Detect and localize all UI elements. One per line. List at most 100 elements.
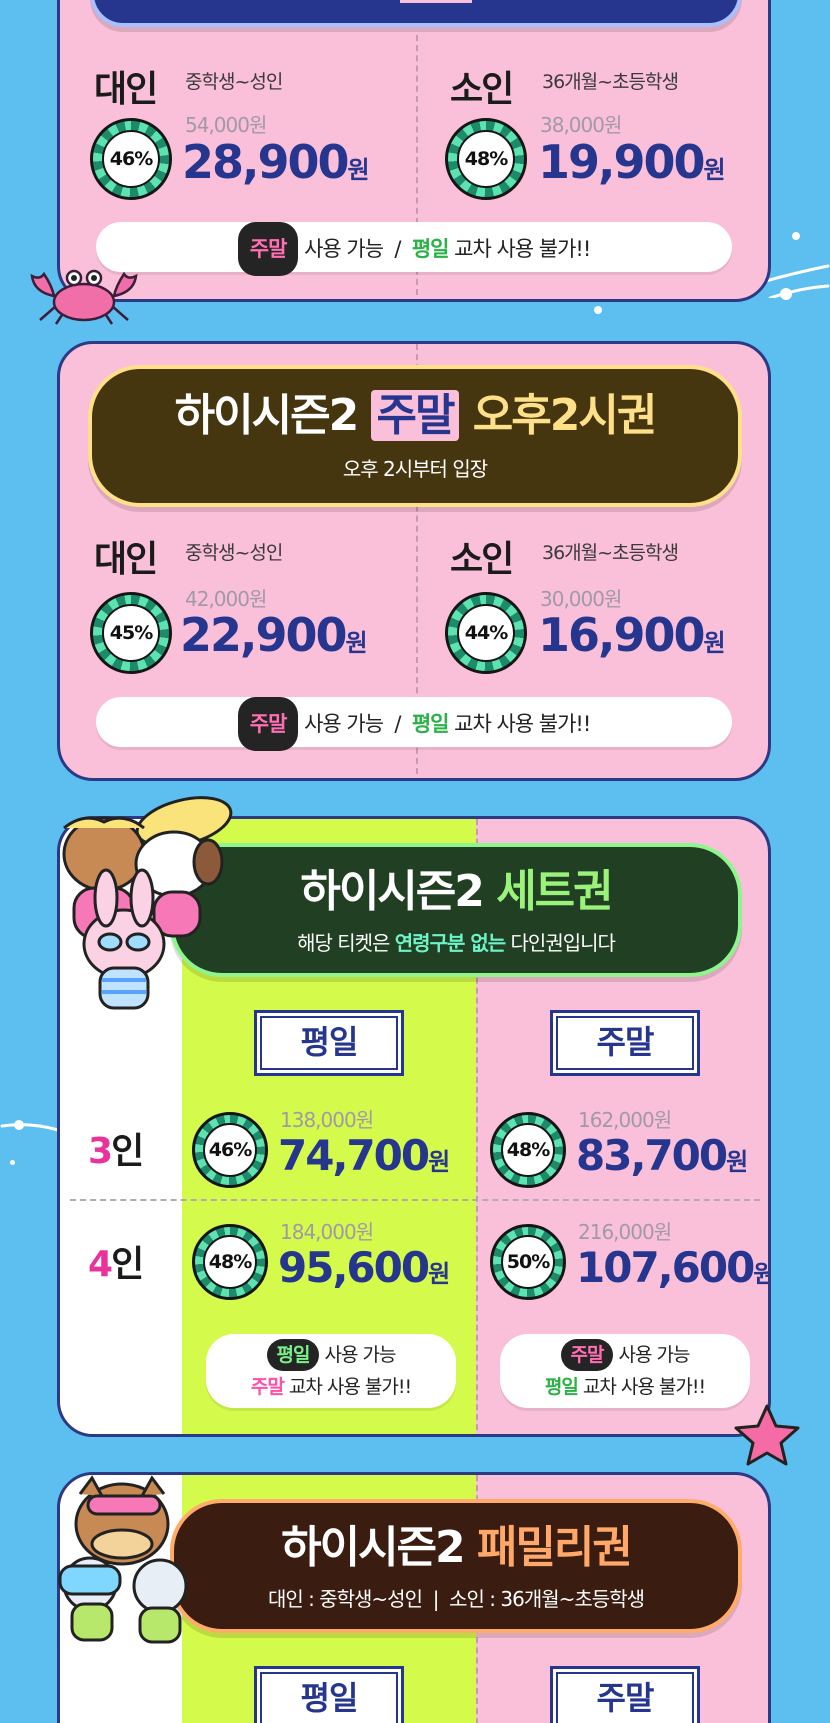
discount-percent: 46% — [102, 130, 160, 188]
row-divider — [70, 1199, 760, 1201]
subtitle-emphasis: 연령구분 없는 — [394, 931, 506, 955]
weekend-4-discount-badge: 50% — [490, 1224, 566, 1300]
people-count: 3 — [88, 1131, 113, 1172]
notice-text: 사용 가능 — [613, 1344, 691, 1366]
wave-decoration — [0, 1123, 60, 1132]
ticket-title: 하이시즌2 주말 오후2시권 — [92, 385, 738, 447]
weekend-pill: 주말 — [237, 697, 299, 751]
crab-icon — [30, 269, 138, 325]
adult-sale-price: 22,900원 — [180, 608, 368, 670]
notice-line: 평일 교차 사용 불가!! — [500, 1371, 750, 1403]
won-unit: 원 — [428, 1148, 450, 1176]
weekend-3-sale-price: 83,700원 — [576, 1129, 748, 1189]
title-highlight: 패밀리권 — [476, 1522, 633, 1573]
price-value: 19,900 — [538, 135, 706, 189]
won-unit: 원 — [703, 629, 726, 657]
star-icon — [734, 1404, 800, 1466]
notice-text: 교차 사용 불가!! — [283, 1376, 412, 1398]
adult-age-range: 중학생~성인 — [185, 71, 283, 93]
ticket-subtitle: 대인 : 중학생~성인 | 소인 : 36개월~초등학생 — [267, 1587, 645, 1611]
adult-discount-badge: 46% — [90, 118, 172, 200]
adult-label: 대인 — [94, 69, 158, 110]
people-suffix: 인 — [111, 1244, 144, 1285]
tab-weekday: 평일 — [254, 1010, 404, 1076]
won-unit: 원 — [428, 1260, 450, 1288]
won-unit: 원 — [726, 1148, 748, 1176]
banner-highlight-fragment — [400, 0, 472, 3]
notice-text: 교차 사용 불가!! — [448, 237, 591, 261]
people-count: 4 — [88, 1244, 113, 1285]
three-people-label: 3인 — [88, 1122, 144, 1174]
discount-percent: 45% — [102, 604, 160, 662]
price-value: 28,900 — [182, 135, 350, 189]
title-prefix: 하이시즌2 — [281, 1522, 477, 1573]
weekend-text: 주말 — [250, 1376, 285, 1398]
child-label: 소인 — [450, 539, 514, 580]
bubble-decoration — [594, 306, 602, 314]
title-prefix: 하이시즌2 — [300, 866, 497, 917]
price-value: 16,900 — [538, 608, 706, 662]
weekday-3-discount-badge: 46% — [192, 1112, 268, 1188]
weekday-3-sale-price: 74,700원 — [278, 1129, 450, 1189]
notice-line: 주말 교차 사용 불가!! — [206, 1371, 456, 1403]
notice-text: 교차 사용 불가!! — [448, 712, 591, 736]
ticket-title: 하이시즌2 세트권 — [174, 861, 738, 923]
notice-line: 평일 사용 가능 — [206, 1339, 456, 1371]
set-title-banner: 하이시즌2 세트권 해당 티켓은 연령구분 없는 다인권입니다 — [170, 843, 742, 977]
four-people-label: 4인 — [88, 1235, 144, 1287]
discount-percent: 48% — [203, 1235, 257, 1289]
price-value: 74,700 — [278, 1131, 430, 1180]
price-value: 83,700 — [576, 1131, 728, 1180]
weekday-4-sale-price: 95,600원 — [278, 1241, 450, 1301]
title-highlight: 주말 — [370, 390, 460, 441]
adult-age-range: 중학생~성인 — [185, 542, 283, 564]
title-prefix: 하이시즌2 — [174, 390, 371, 441]
discount-percent: 44% — [457, 604, 515, 662]
title-highlight: 세트권 — [496, 866, 613, 917]
child-original-price: 38,000원 — [540, 113, 622, 137]
discount-percent: 48% — [501, 1123, 555, 1177]
family-title-banner: 하이시즌2 패밀리권 대인 : 중학생~성인 | 소인 : 36개월~초등학생 — [170, 1499, 742, 1633]
child-label: 소인 — [450, 69, 514, 110]
weekday-4-discount-badge: 48% — [192, 1224, 268, 1300]
discount-percent: 50% — [501, 1235, 555, 1289]
bubble-decoration — [10, 1160, 15, 1165]
weekend-pill: 주말 — [560, 1339, 614, 1371]
subtitle-text: 다인권입니다 — [505, 931, 616, 955]
bubble-decoration — [792, 232, 800, 240]
weekend-ticket-card: 대인 중학생~성인 소인 36개월~초등학생 46% 54,000원 28,90… — [57, 0, 771, 302]
discount-percent: 48% — [457, 130, 515, 188]
won-unit: 원 — [345, 629, 368, 657]
weekend-2pm-title-banner: 하이시즌2 주말 오후2시권 오후 2시부터 입장 — [88, 365, 742, 507]
weekend-3-discount-badge: 48% — [490, 1112, 566, 1188]
notice-text: 사용 가능 / — [298, 237, 412, 261]
notice-line: 주말 사용 가능 — [500, 1339, 750, 1371]
notice-text: 사용 가능 — [319, 1344, 397, 1366]
child-age-range: 36개월~초등학생 — [542, 542, 679, 564]
price-value: 95,600 — [278, 1243, 430, 1292]
won-unit: 원 — [347, 156, 370, 184]
notice-text: 사용 가능 / — [298, 712, 412, 736]
usage-notice: 주말 사용 가능 / 평일 교차 사용 불가!! — [96, 222, 732, 276]
discount-percent: 46% — [203, 1123, 257, 1177]
weekday-text: 평일 — [411, 237, 450, 261]
weekend-usage-notice: 주말 사용 가능 평일 교차 사용 불가!! — [500, 1334, 750, 1408]
adult-original-price: 54,000원 — [185, 113, 267, 137]
weekday-text: 평일 — [411, 712, 450, 736]
weekday-pill: 평일 — [266, 1339, 320, 1371]
price-value: 22,900 — [180, 608, 348, 662]
weekday-usage-notice: 평일 사용 가능 주말 교차 사용 불가!! — [206, 1334, 456, 1408]
adult-label: 대인 — [94, 539, 158, 580]
weekend-pill: 주말 — [237, 222, 299, 276]
child-sale-price: 16,900원 — [538, 608, 726, 670]
mascot-characters-illustration — [58, 1475, 188, 1644]
mascot-characters-illustration — [62, 796, 233, 1010]
title-banner-top — [90, 0, 742, 27]
ticket-title: 하이시즌2 패밀리권 — [174, 1517, 738, 1579]
weekend-2pm-ticket-card: 하이시즌2 주말 오후2시권 오후 2시부터 입장 대인 중학생~성인 소인 3… — [57, 341, 771, 781]
tab-weekday: 평일 — [254, 1666, 404, 1723]
won-unit: 원 — [753, 1260, 768, 1288]
won-unit: 원 — [703, 156, 726, 184]
price-value: 107,600 — [576, 1243, 755, 1292]
adult-discount-badge: 45% — [90, 592, 172, 674]
